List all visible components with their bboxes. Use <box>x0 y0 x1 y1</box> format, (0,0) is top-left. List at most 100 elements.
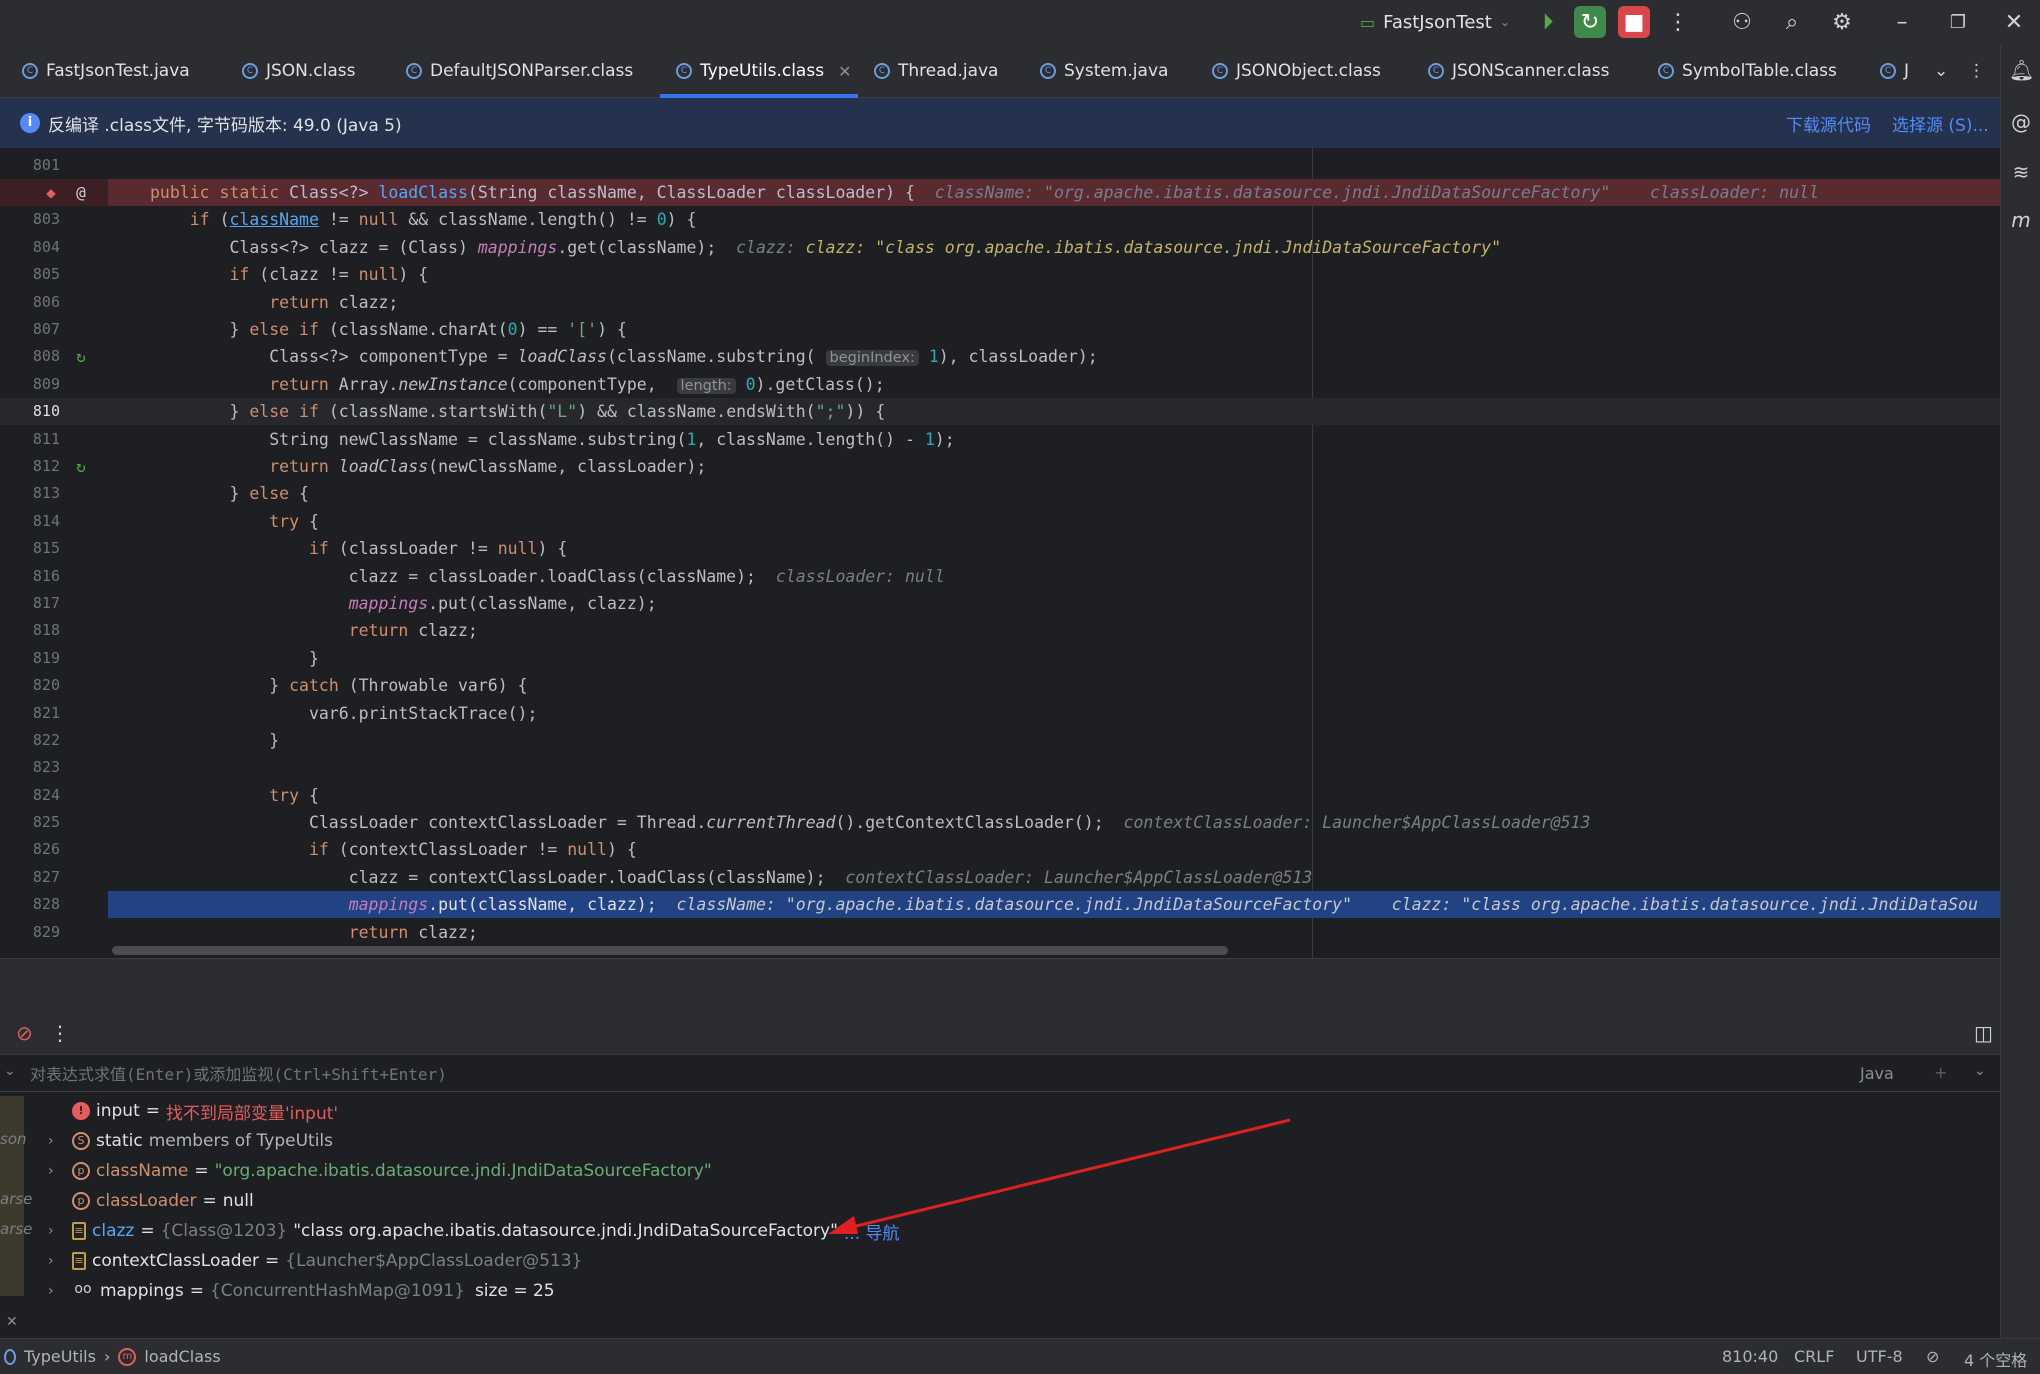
line-separator[interactable]: CRLF <box>1794 1347 1834 1366</box>
tab-thread-java[interactable]: C Thread.java <box>874 44 998 98</box>
line-number: 809 <box>32 375 60 393</box>
static-icon: S <box>72 1132 90 1150</box>
tab-jsonscanner-class[interactable]: C JSONScanner.class <box>1428 44 1610 98</box>
variables-panel: son arse arse ! input = 找不到局部变量'input' ›… <box>0 1092 2000 1338</box>
database-icon[interactable]: ≋ <box>2009 160 2033 184</box>
resume-icon[interactable]: ⏵ <box>1532 6 1564 38</box>
line-number: 813 <box>32 484 60 502</box>
tab-label: System.java <box>1064 61 1169 81</box>
tab-jsonobject-class[interactable]: C JSONObject.class <box>1212 44 1381 98</box>
close-icon[interactable]: ✕ <box>838 62 851 81</box>
line-number: 823 <box>32 758 60 776</box>
evaluate-expression-input[interactable] <box>30 1059 1830 1089</box>
expand-icon[interactable]: › <box>48 1253 68 1269</box>
add-user-icon[interactable]: ⚇ <box>1726 6 1758 38</box>
more-options-icon[interactable]: ⋮ <box>50 1021 70 1045</box>
line-number: 816 <box>32 567 60 585</box>
line-number: 819 <box>32 649 60 667</box>
language-selector[interactable]: Java <box>1860 1064 1894 1083</box>
notifications-icon[interactable]: 🔔︎ <box>2009 58 2034 82</box>
variable-name: input <box>96 1101 140 1121</box>
ai-assistant-icon[interactable]: @ <box>2009 110 2033 134</box>
line-number: 807 <box>32 320 60 338</box>
variable-row-static[interactable]: › S static members of TypeUtils <box>48 1126 333 1156</box>
tabs-more-icon[interactable]: ⋮ <box>1968 44 1985 98</box>
indent-setting[interactable]: 4 个空格 <box>1964 1347 2027 1371</box>
more-icon[interactable]: ⋮ <box>1662 6 1694 38</box>
file-encoding[interactable]: UTF-8 <box>1856 1347 1903 1366</box>
code-line: 805 if (clazz != null) { <box>0 261 2000 288</box>
restore-icon[interactable]: ❐ <box>1942 6 1974 38</box>
title-bar: ▭ FastJsonTest ⌄ ⏵ ↻ ■ ⋮ ⚇ ⌕ ⚙ – ❐ ✕ <box>0 0 2040 44</box>
class-icon: C <box>874 63 890 79</box>
chevron-down-icon[interactable]: ⌄ <box>1974 1063 1986 1079</box>
parameter-icon: p <box>72 1192 90 1210</box>
variable-row-classloader[interactable]: p classLoader = null <box>48 1186 254 1216</box>
variable-equals: = <box>194 1161 209 1181</box>
minimize-icon[interactable]: – <box>1886 6 1918 38</box>
variable-equals: = <box>145 1101 160 1121</box>
tab-label: DefaultJSONParser.class <box>430 61 634 81</box>
editor-tab-bar: C FastJsonTest.java C JSON.class C DefaultJ… <box>0 44 2000 98</box>
layout-icon[interactable]: ◫ <box>1974 1021 1993 1045</box>
variable-row-mappings[interactable]: › oo mappings = {ConcurrentHashMap@1091}… <box>48 1276 555 1306</box>
variable-ref: {Launcher$AppClassLoader@513} <box>285 1251 583 1271</box>
close-icon[interactable]: ✕ <box>6 1314 18 1330</box>
tab-system-java[interactable]: C System.java <box>1040 44 1168 98</box>
stop-icon[interactable]: ■ <box>1618 6 1650 38</box>
line-number: 822 <box>32 731 60 749</box>
inline-value-hint: clazz: "class org.apache.ibatis.datasour… <box>805 238 1502 257</box>
expand-icon[interactable]: › <box>48 1283 68 1299</box>
breakpoint-icon[interactable]: ◆ <box>40 179 62 206</box>
breadcrumb-class[interactable]: TypeUtils <box>24 1347 96 1366</box>
variable-value: "class org.apache.ibatis.datasource.jndi… <box>293 1221 838 1241</box>
override-icon[interactable]: @ <box>70 179 92 206</box>
expand-icon[interactable]: › <box>48 1163 68 1179</box>
tab-typeutils-class[interactable]: C TypeUtils.class ✕ <box>660 44 858 98</box>
tab-defaultjsonparser-class[interactable]: C DefaultJSONParser.class <box>406 44 633 98</box>
caret-position[interactable]: 810:40 <box>1722 1347 1778 1366</box>
tabs-dropdown-icon[interactable]: ⌄ <box>1934 44 1948 98</box>
download-source-link[interactable]: 下载源代码 <box>1786 111 1871 136</box>
mute-breakpoints-icon[interactable]: ⊘ <box>16 1021 33 1045</box>
code-line: 829 return clazz; <box>0 919 2000 946</box>
run-config-selector[interactable]: ▭ FastJsonTest ⌄ <box>1360 8 1510 36</box>
breadcrumb-method[interactable]: loadClass <box>144 1347 220 1366</box>
code-line: 820 } catch (Throwable var6) { <box>0 672 2000 699</box>
variable-equals: = <box>140 1221 155 1241</box>
search-icon[interactable]: ⌕ <box>1776 6 1808 38</box>
variable-row-classname[interactable]: › p className = "org.apache.ibatis.datas… <box>48 1156 712 1186</box>
field-icon: ≡ <box>72 1222 86 1240</box>
code-line: 804 Class<?> clazz = (Class) mappings.ge… <box>0 234 2000 261</box>
gear-icon[interactable]: ⚙ <box>1826 6 1858 38</box>
variable-value: size = 25 <box>474 1281 555 1301</box>
variable-row-clazz[interactable]: › ≡ clazz = {Class@1203} "class org.apac… <box>48 1216 900 1246</box>
maven-icon[interactable]: m <box>2009 208 2033 232</box>
tab-symboltable-class[interactable]: C SymbolTable.class <box>1658 44 1837 98</box>
tab-json-class[interactable]: C JSON.class <box>242 44 356 98</box>
rerun-icon[interactable]: ↻ <box>1574 6 1606 38</box>
evaluate-expression-bar: ⌄ Java + ⌄ <box>0 1054 2000 1092</box>
expand-icon[interactable]: › <box>48 1133 68 1149</box>
variable-row-input[interactable]: ! input = 找不到局部变量'input' <box>48 1096 338 1126</box>
variable-row-contextclassloader[interactable]: › ≡ contextClassLoader = {Launcher$AppCl… <box>48 1246 582 1276</box>
choose-source-link[interactable]: 选择源 (S)... <box>1892 111 1989 136</box>
code-line: 823 <box>0 754 2000 781</box>
code-line-breakpoint: ◆ @ public static Class<?> loadClass(Strin… <box>0 179 2000 207</box>
line-number: 829 <box>32 923 60 941</box>
line-number: 810 <box>32 402 60 420</box>
code-editor[interactable]: 801 ◆ @ public static Class<?> loadClass(S… <box>0 148 2000 958</box>
add-watch-icon[interactable]: + <box>1934 1063 1947 1082</box>
inline-value-hint: contextClassLoader: Launcher$AppClassLoa… <box>845 868 1313 887</box>
decompiled-info-banner: i 反编译 .class文件, 字节码版本: 49.0 (Java 5) 下载源… <box>0 98 2000 148</box>
parameter-hint: length: <box>676 378 736 394</box>
horizontal-scrollbar[interactable] <box>112 946 1228 955</box>
tab-overflow-partial[interactable]: CJ <box>1880 44 1909 98</box>
chevron-down-icon[interactable]: ⌄ <box>4 1063 16 1079</box>
tab-fastjsontest-java[interactable]: C FastJsonTest.java <box>22 44 190 98</box>
expand-icon[interactable]: › <box>48 1223 68 1239</box>
readonly-icon[interactable]: ⊘ <box>1926 1347 1939 1366</box>
close-window-icon[interactable]: ✕ <box>1998 6 2030 38</box>
tab-label: Thread.java <box>898 61 999 81</box>
class-icon: C <box>1428 63 1444 79</box>
